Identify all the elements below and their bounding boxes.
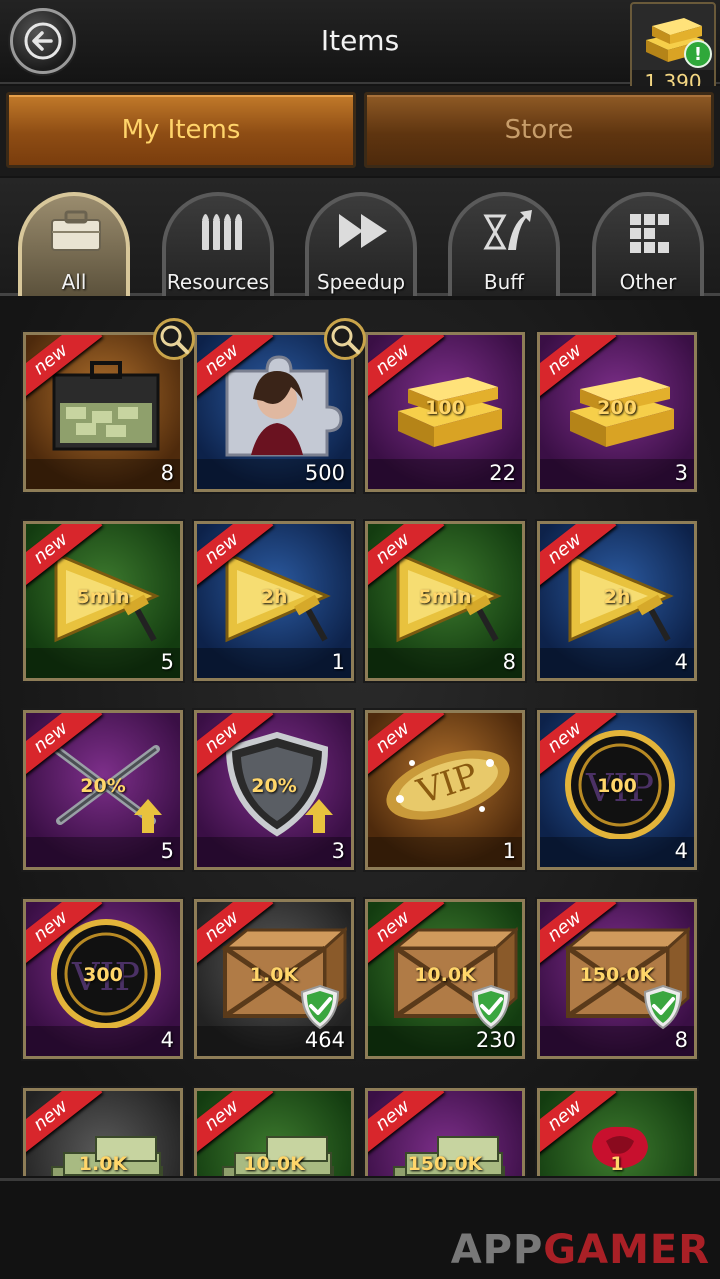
item-count: 3 xyxy=(674,461,688,485)
inventory-item[interactable]: 5min new 5 xyxy=(23,521,183,681)
item-footer xyxy=(197,837,351,867)
item-value-label: 5min xyxy=(76,586,130,608)
blocks-icon xyxy=(630,214,669,253)
inventory-item[interactable]: 2h new 4 xyxy=(537,521,697,681)
item-footer xyxy=(26,837,180,867)
item-count: 8 xyxy=(160,461,174,485)
item-value-label: 100 xyxy=(425,397,465,419)
inventory-item[interactable]: 20% new 5 xyxy=(23,710,183,870)
item-footer xyxy=(26,459,180,489)
inventory-item[interactable]: 200 new 3 xyxy=(537,332,697,492)
inventory-item[interactable]: 1 new xyxy=(537,1088,697,1176)
item-count: 3 xyxy=(331,839,345,863)
shield-check-icon xyxy=(643,984,683,1030)
inventory-item[interactable]: VIP 300 new 4 xyxy=(23,899,183,1059)
category-tab-speedup[interactable]: Speedup xyxy=(305,192,417,296)
item-value-label: 10.0K xyxy=(243,1153,305,1175)
item-count: 8 xyxy=(674,1028,688,1052)
item-count: 1 xyxy=(331,650,345,674)
item-count: 500 xyxy=(304,461,345,485)
appgamer-watermark: APPGAMER xyxy=(450,1227,710,1273)
item-footer xyxy=(368,648,522,678)
inventory-item[interactable]: 150.0K new xyxy=(365,1088,525,1176)
item-footer xyxy=(26,1026,180,1056)
item-value-label: 100 xyxy=(597,775,637,797)
category-tab-resources[interactable]: Resources xyxy=(162,192,274,296)
item-value-label: 2h xyxy=(603,586,631,608)
category-label: Speedup xyxy=(316,270,406,294)
shield-check-icon xyxy=(300,984,340,1030)
inventory-item[interactable]: VIP 100 new 4 xyxy=(537,710,697,870)
item-value-label: 2h xyxy=(260,586,288,608)
magnifier-button[interactable] xyxy=(153,318,195,360)
item-count: 8 xyxy=(502,650,516,674)
item-count: 1 xyxy=(502,839,516,863)
item-value-label: 200 xyxy=(597,397,637,419)
item-count: 5 xyxy=(160,839,174,863)
item-value-label: 150.0K xyxy=(579,964,655,986)
bottom-bar: APPGAMER xyxy=(0,1178,720,1279)
item-value-label: 10.0K xyxy=(414,964,476,986)
alert-icon: ! xyxy=(684,40,712,68)
inventory-item[interactable]: 1.0K new xyxy=(23,1088,183,1176)
magnifier-button[interactable] xyxy=(324,318,366,360)
item-footer xyxy=(540,837,694,867)
item-value-label: 5min xyxy=(418,586,472,608)
inventory-item[interactable]: 5min new 8 xyxy=(365,521,525,681)
item-count: 464 xyxy=(304,1028,345,1052)
category-label: Other xyxy=(619,270,677,294)
item-footer xyxy=(368,837,522,867)
item-count: 4 xyxy=(160,1028,174,1052)
category-label: Resources xyxy=(166,270,270,294)
tab-store[interactable]: Store xyxy=(364,92,714,168)
item-count: 5 xyxy=(160,650,174,674)
magnifier-icon xyxy=(331,325,360,354)
item-count: 4 xyxy=(674,650,688,674)
category-tab-other[interactable]: Other xyxy=(592,192,704,296)
category-label: Buff xyxy=(483,270,525,294)
inventory-item[interactable]: 20% new 3 xyxy=(194,710,354,870)
inventory-item[interactable]: VIP new 1 xyxy=(365,710,525,870)
item-value-label: 150.0K xyxy=(407,1153,483,1175)
item-value-label: 1 xyxy=(610,1153,624,1175)
item-footer xyxy=(540,1026,694,1056)
item-footer xyxy=(540,648,694,678)
magnifier-icon xyxy=(160,325,189,354)
top-header: Items ! 1,390 xyxy=(0,0,720,98)
inventory-item[interactable]: 100 new 22 xyxy=(365,332,525,492)
item-value-label: 1.0K xyxy=(78,1153,128,1175)
category-tab-all[interactable]: All xyxy=(18,192,130,296)
item-value-label: 20% xyxy=(251,775,297,797)
item-count: 230 xyxy=(475,1028,516,1052)
item-count: 22 xyxy=(489,461,516,485)
category-tab-bar: All Resources Speedup Buff Other xyxy=(0,178,720,296)
shield-check-icon xyxy=(471,984,511,1030)
item-footer xyxy=(197,648,351,678)
briefcase-icon xyxy=(51,210,101,251)
hourglass-arrow-icon xyxy=(483,210,532,250)
item-value-label: 20% xyxy=(80,775,126,797)
items-grid: new 8 new 500 100 new 22 200 new 3 5min new 5 2h new 1 5… xyxy=(0,300,720,1176)
item-footer xyxy=(26,648,180,678)
item-footer xyxy=(540,459,694,489)
item-value-label: 300 xyxy=(83,964,123,986)
page-title: Items xyxy=(320,24,400,57)
bullets-icon xyxy=(202,214,242,250)
tab-my-items[interactable]: My Items xyxy=(6,92,356,168)
inventory-item[interactable]: 2h new 1 xyxy=(194,521,354,681)
item-count: 4 xyxy=(674,839,688,863)
main-tab-bar: My Items Store xyxy=(0,86,720,176)
inventory-item[interactable]: 150.0K new 8 xyxy=(537,899,697,1059)
category-tab-buff[interactable]: Buff xyxy=(448,192,560,296)
inventory-item[interactable]: 10.0K new 230 xyxy=(365,899,525,1059)
category-label: All xyxy=(61,270,87,294)
fast-forward-icon xyxy=(339,214,387,248)
inventory-item[interactable]: 1.0K new 464 xyxy=(194,899,354,1059)
inventory-item[interactable]: 10.0K new xyxy=(194,1088,354,1176)
gold-balance[interactable]: ! 1,390 xyxy=(630,2,716,98)
item-value-label: 1.0K xyxy=(249,964,299,986)
